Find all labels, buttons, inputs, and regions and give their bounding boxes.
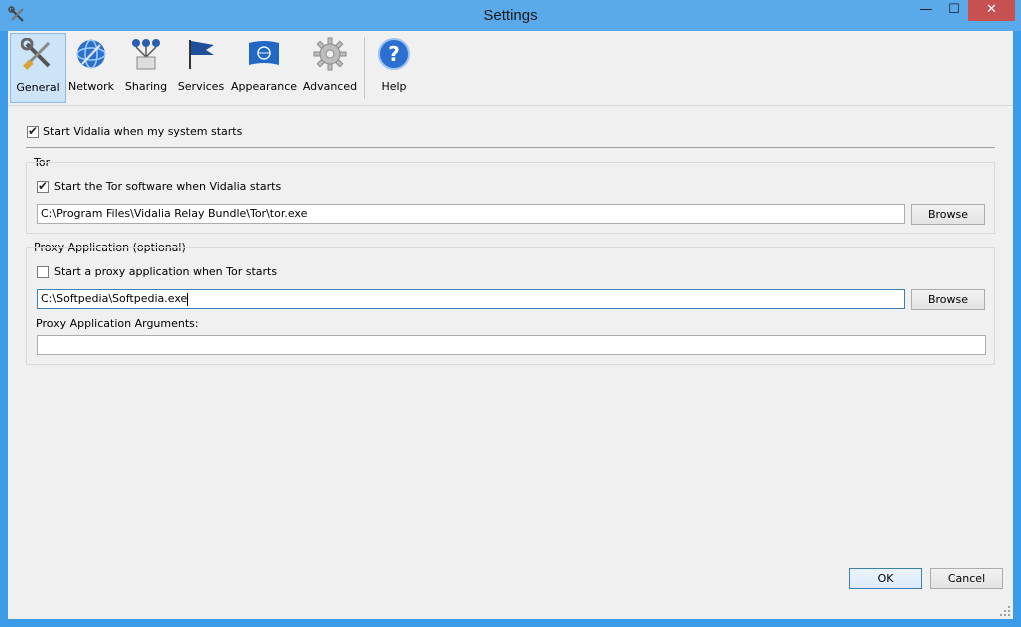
tab-help-label: Help: [381, 80, 407, 93]
tab-network[interactable]: Network: [66, 33, 116, 103]
maximize-button[interactable]: ☐: [940, 0, 968, 21]
svg-text:?: ?: [388, 42, 400, 66]
tab-appearance-label: Appearance: [230, 80, 298, 93]
tab-sharing[interactable]: Sharing: [120, 33, 172, 103]
gear-icon: [313, 37, 347, 71]
settings-client-area: General Network Sharing Services Appeara…: [8, 31, 1013, 619]
tab-services[interactable]: Services: [176, 33, 226, 103]
tor-group: Start the Tor software when Vidalia star…: [26, 162, 995, 234]
proxy-group: Start a proxy application when Tor start…: [26, 247, 995, 365]
start-tor-label: Start the Tor software when Vidalia star…: [54, 180, 282, 193]
start-proxy-checkbox[interactable]: [37, 266, 49, 278]
help-icon: ?: [378, 38, 410, 70]
resize-grip-icon[interactable]: [999, 605, 1011, 617]
divider: [26, 147, 995, 148]
tab-network-label: Network: [68, 80, 114, 93]
start-vidalia-label: Start Vidalia when my system starts: [43, 125, 243, 138]
tab-general[interactable]: General: [10, 33, 66, 103]
tab-advanced-label: Advanced: [302, 80, 358, 93]
ok-button[interactable]: OK: [849, 568, 922, 589]
start-tor-checkbox[interactable]: [37, 179, 49, 193]
tor-path-input[interactable]: C:\Program Files\Vidalia Relay Bundle\To…: [37, 204, 905, 224]
appearance-flag-icon: [249, 41, 279, 65]
proxy-path-value: C:\Softpedia\Softpedia.exe: [41, 292, 188, 305]
tor-browse-button[interactable]: Browse: [911, 204, 985, 225]
start-vidalia-checkbox[interactable]: [27, 124, 39, 138]
tab-sharing-label: Sharing: [124, 80, 168, 93]
proxy-browse-button[interactable]: Browse: [911, 289, 985, 310]
tab-general-label: General: [16, 81, 60, 94]
settings-window: Settings — ☐ ✕ General Network Sharing S…: [0, 0, 1021, 627]
minimize-button[interactable]: —: [912, 0, 940, 21]
tab-advanced[interactable]: Advanced: [302, 33, 358, 103]
toolbar-separator: [364, 37, 365, 99]
close-button[interactable]: ✕: [968, 0, 1015, 21]
sharing-icon: [132, 39, 160, 70]
text-caret: [187, 292, 189, 306]
tab-appearance[interactable]: Appearance: [230, 33, 298, 103]
tools-icon: [21, 38, 51, 70]
tab-services-label: Services: [177, 80, 225, 93]
window-title: Settings: [483, 7, 538, 24]
tab-help[interactable]: ? Help: [370, 33, 418, 103]
proxy-args-label: Proxy Application Arguments:: [36, 317, 199, 330]
start-proxy-label: Start a proxy application when Tor start…: [54, 265, 278, 278]
settings-toolbar: General Network Sharing Services Appeara…: [8, 31, 1013, 106]
cancel-button[interactable]: Cancel: [930, 568, 1003, 589]
network-globe-icon: [76, 39, 106, 69]
proxy-path-input[interactable]: C:\Softpedia\Softpedia.exe: [37, 289, 905, 309]
proxy-args-input[interactable]: [37, 335, 986, 355]
title-bar[interactable]: Settings — ☐ ✕: [0, 0, 1021, 31]
services-flag-icon: [189, 40, 214, 69]
